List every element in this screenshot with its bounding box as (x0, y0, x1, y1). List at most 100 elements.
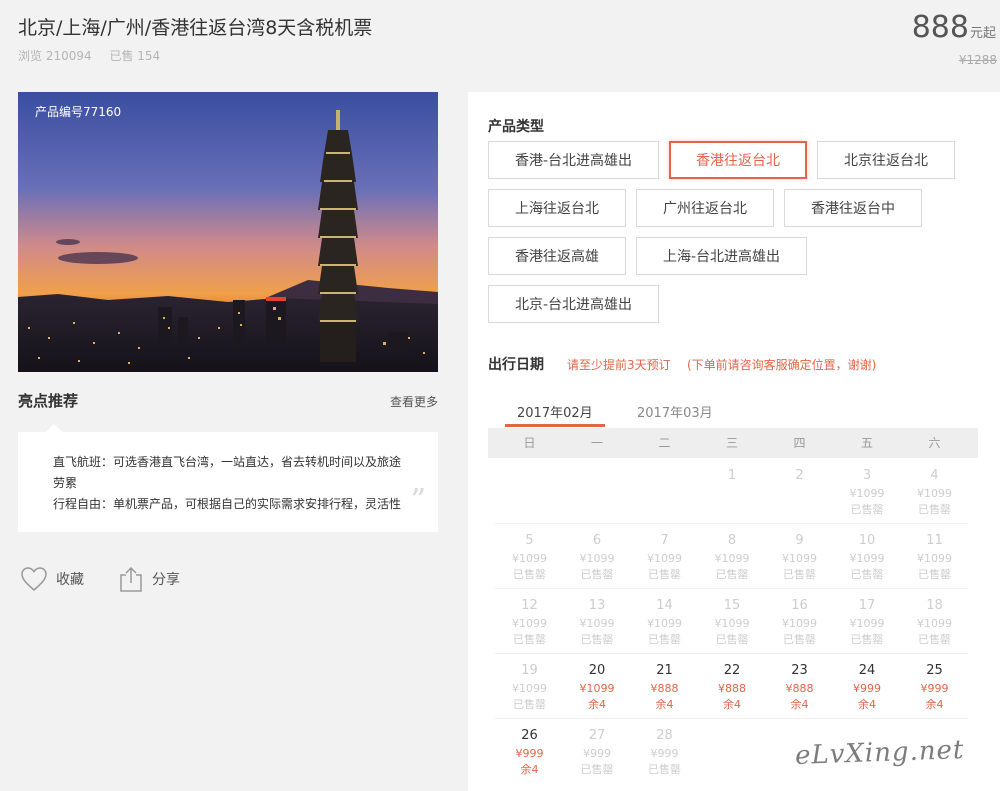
day-price: ¥1099 (512, 682, 547, 695)
calendar-day-cell: 8 ¥1099 已售罄 (699, 531, 766, 583)
day-status: 已售罄 (513, 633, 546, 646)
calendar-day-cell: 12 ¥1099 已售罄 (496, 596, 563, 648)
share-button[interactable]: 分享 (118, 565, 180, 593)
calendar-day-cell: 11 ¥1099 已售罄 (901, 531, 968, 583)
type-option[interactable]: 香港往返高雄 (488, 237, 626, 275)
day-price: ¥1099 (849, 487, 885, 500)
booking-panel: 产品类型 香港-台北进高雄出 香港往返台北 北京往返台北 上海往返台北 广州往返… (468, 92, 1000, 791)
type-option[interactable]: 香港往返台中 (784, 189, 922, 227)
day-price: ¥1099 (647, 617, 682, 630)
calendar-day-cell[interactable]: 23 ¥888 余4 (766, 661, 833, 713)
day-number: 4 (930, 468, 939, 483)
share-icon (120, 566, 142, 592)
calendar-day-cell: 28 ¥999 已售罄 (631, 726, 698, 778)
day-status: 余4 (723, 698, 741, 711)
view-more-link[interactable]: 查看更多 (390, 393, 438, 410)
day-number: 8 (727, 533, 737, 548)
day-number: 25 (926, 663, 943, 678)
calendar-day-cell[interactable]: 21 ¥888 余4 (631, 661, 698, 713)
day-number: 7 (660, 533, 669, 548)
day-status: 已售罄 (580, 633, 614, 646)
calendar-day-cell: 17 ¥1099 已售罄 (834, 596, 901, 648)
day-number: 12 (521, 598, 538, 613)
calendar-day-cell: 16 ¥1099 已售罄 (766, 596, 833, 648)
type-option[interactable]: 上海往返台北 (488, 189, 626, 227)
quote-mark-icon: ” (410, 483, 426, 518)
calendar-day-cell: 10 ¥1099 已售罄 (834, 531, 901, 583)
calendar-day-cell: 4 ¥1099 已售罄 (901, 466, 968, 518)
day-number: 11 (926, 533, 943, 548)
day-status: 已售罄 (918, 568, 951, 581)
calendar-row-divider (495, 588, 968, 589)
day-number: 10 (858, 533, 876, 548)
type-option-selected[interactable]: 香港往返台北 (669, 141, 807, 179)
active-month-indicator (505, 424, 605, 427)
weekday-header: 日一二三四五六 (488, 428, 978, 458)
product-stats: 浏览 210094 已售 154 (18, 47, 174, 64)
view-count: 浏览 210094 (18, 49, 92, 63)
price-value: 888 (911, 10, 969, 45)
product-photo: 产品编号77160 (18, 92, 438, 372)
product-header: 北京/上海/广州/香港往返台湾8天含税机票 浏览 210094 已售 154 8… (0, 0, 1000, 92)
day-price: ¥1099 (579, 552, 615, 565)
calendar-day-cell: 13 ¥1099 已售罄 (564, 596, 631, 648)
calendar-row-divider (495, 523, 968, 524)
day-price: ¥1099 (917, 487, 952, 500)
weekday-label: 日 (523, 436, 536, 450)
month-tab-mar[interactable]: 2017年03月 (637, 402, 713, 421)
day-number: 18 (926, 598, 943, 613)
calendar-day-cell[interactable]: 22 ¥888 余4 (699, 661, 766, 713)
weekday-label: 二 (658, 436, 671, 450)
day-status: 已售罄 (648, 568, 681, 581)
day-number: 28 (656, 728, 673, 743)
calendar-day-cell: 18 ¥1099 已售罄 (901, 596, 968, 648)
watermark: eLvXing.net (794, 735, 965, 771)
day-price: ¥999 (583, 747, 611, 760)
day-price: ¥1099 (782, 617, 817, 630)
calendar-day-cell: 3 ¥1099 已售罄 (834, 466, 901, 518)
day-price: ¥1099 (849, 552, 885, 565)
calendar-day-cell[interactable]: 26 ¥999 余4 (496, 726, 563, 778)
day-price: ¥888 (650, 682, 679, 695)
day-number: 19 (521, 663, 538, 678)
weekday-label: 四 (793, 436, 806, 450)
day-price: ¥1099 (917, 552, 952, 565)
day-status: 余4 (790, 698, 809, 711)
day-price: ¥1099 (512, 552, 547, 565)
day-status: 已售罄 (580, 568, 614, 581)
type-option[interactable]: 北京往返台北 (817, 141, 955, 179)
day-status: 已售罄 (850, 503, 884, 516)
heart-icon (21, 567, 47, 591)
day-price: ¥999 (920, 682, 949, 695)
day-status: 已售罄 (783, 568, 816, 581)
day-status: 已售罄 (783, 633, 816, 646)
highlights-title: 亮点推荐 (18, 392, 79, 410)
day-status: 已售罄 (918, 633, 951, 646)
day-number: 23 (791, 663, 808, 678)
day-number: 9 (795, 533, 804, 548)
day-price: ¥999 (650, 747, 679, 760)
day-status: 已售罄 (850, 568, 884, 581)
day-number: 13 (588, 598, 606, 613)
calendar-day-cell[interactable]: 24 ¥999 余4 (834, 661, 901, 713)
day-number: 16 (791, 598, 808, 613)
calendar-row-divider (495, 653, 968, 654)
day-status: 余4 (655, 698, 674, 711)
taipei-skyline-image (18, 92, 438, 372)
day-number: 14 (656, 598, 673, 613)
type-option[interactable]: 北京-台北进高雄出 (488, 285, 659, 323)
day-status: 余4 (925, 698, 944, 711)
page-title: 北京/上海/广州/香港往返台湾8天含税机票 (18, 17, 373, 39)
type-option[interactable]: 香港-台北进高雄出 (488, 141, 659, 179)
favorite-button[interactable]: 收藏 (20, 566, 84, 592)
sold-count: 已售 154 (109, 49, 161, 63)
calendar-day-cell: 27 ¥999 已售罄 (564, 726, 631, 778)
month-tab-feb[interactable]: 2017年02月 (517, 402, 593, 421)
day-price: ¥888 (785, 682, 814, 695)
day-number: 20 (588, 663, 606, 678)
type-option[interactable]: 上海-台北进高雄出 (636, 237, 807, 275)
calendar-day-cell[interactable]: 25 ¥999 余4 (901, 661, 968, 713)
highlights-box: 直飞航班：可选香港直飞台湾，一站直达，省去转机时间以及旅途劳累 行程自由：单机票… (18, 424, 438, 532)
type-option[interactable]: 广州往返台北 (636, 189, 774, 227)
calendar-day-cell[interactable]: 20 ¥1099 余4 (564, 661, 631, 713)
